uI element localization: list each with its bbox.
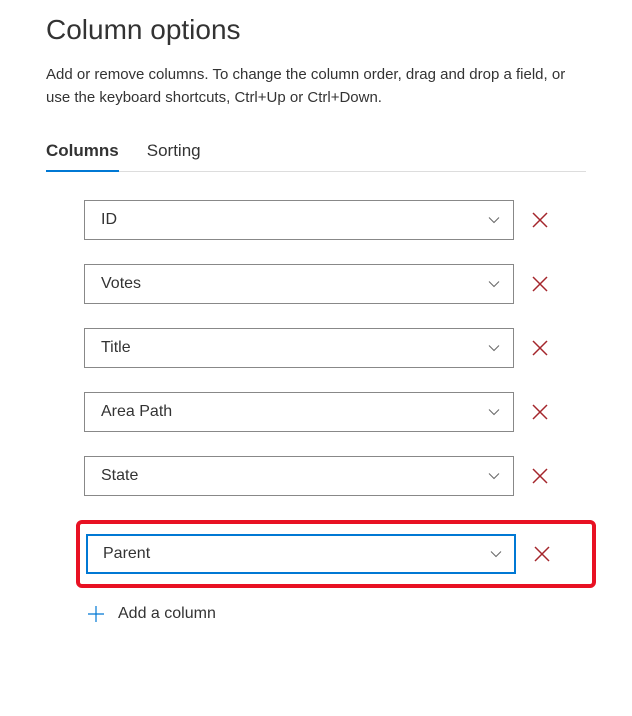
- column-row: ID: [84, 200, 586, 240]
- column-select-parent[interactable]: Parent: [86, 534, 516, 574]
- chevron-down-icon: [487, 405, 501, 419]
- column-row: Votes: [84, 264, 586, 304]
- column-select-title[interactable]: Title: [84, 328, 514, 368]
- tab-columns[interactable]: Columns: [46, 141, 119, 171]
- column-select-label: Area Path: [101, 403, 172, 421]
- add-column-button[interactable]: Add a column: [84, 604, 586, 624]
- remove-column-button[interactable]: [528, 336, 552, 360]
- column-select-id[interactable]: ID: [84, 200, 514, 240]
- tabs: Columns Sorting: [46, 141, 586, 172]
- chevron-down-icon: [489, 547, 503, 561]
- column-select-state[interactable]: State: [84, 456, 514, 496]
- column-select-label: ID: [101, 211, 117, 229]
- remove-column-button[interactable]: [528, 464, 552, 488]
- column-select-area-path[interactable]: Area Path: [84, 392, 514, 432]
- column-select-votes[interactable]: Votes: [84, 264, 514, 304]
- remove-column-button[interactable]: [530, 542, 554, 566]
- remove-column-button[interactable]: [528, 272, 552, 296]
- tab-sorting[interactable]: Sorting: [147, 141, 201, 171]
- add-column-label: Add a column: [118, 605, 216, 623]
- column-select-label: Title: [101, 339, 131, 357]
- remove-column-button[interactable]: [528, 208, 552, 232]
- page-description: Add or remove columns. To change the col…: [46, 64, 586, 109]
- column-select-label: Parent: [103, 545, 150, 563]
- column-row: Parent: [86, 534, 584, 574]
- column-select-label: State: [101, 467, 138, 485]
- remove-column-button[interactable]: [528, 400, 552, 424]
- column-row: Area Path: [84, 392, 586, 432]
- column-select-label: Votes: [101, 275, 141, 293]
- column-row: Title: [84, 328, 586, 368]
- chevron-down-icon: [487, 469, 501, 483]
- chevron-down-icon: [487, 213, 501, 227]
- highlight-annotation: Parent: [76, 520, 596, 588]
- columns-list: ID Votes Title: [46, 200, 586, 624]
- chevron-down-icon: [487, 341, 501, 355]
- column-row: State: [84, 456, 586, 496]
- page-title: Column options: [46, 14, 586, 46]
- chevron-down-icon: [487, 277, 501, 291]
- plus-icon: [86, 604, 106, 624]
